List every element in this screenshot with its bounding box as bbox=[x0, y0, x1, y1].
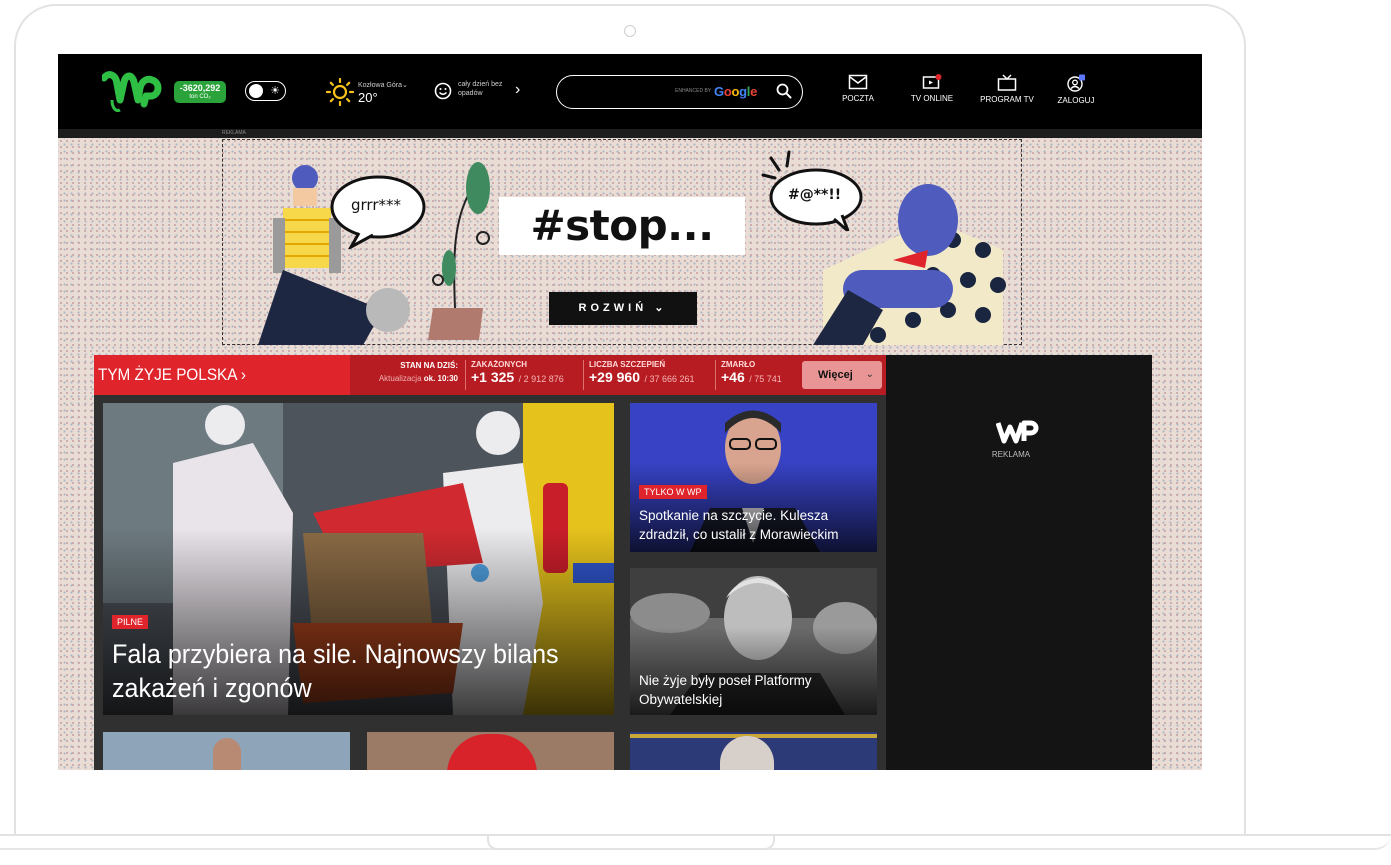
stat-deaths-total: / 75 741 bbox=[749, 374, 782, 384]
side-article-1-headline[interactable]: Spotkanie na szczycie. Kulesza zdradził,… bbox=[639, 506, 877, 544]
smile-icon bbox=[434, 82, 452, 100]
ad-banner[interactable]: grrr*** #stop... ROZWIŃ ⌄ #@**!! bbox=[222, 139, 1022, 345]
co2-unit: ton CO₂ bbox=[189, 94, 211, 100]
stat-vaccinations: LICZBA SZCZEPIEŃ +29 960 / 37 666 261 bbox=[589, 360, 695, 387]
weather-city[interactable]: Kozłowa Góra⌄ bbox=[358, 81, 408, 89]
stat-deaths: ZMARŁO +46 / 75 741 bbox=[721, 360, 782, 387]
main-article-headline[interactable]: Fala przybiera na sile. Najnowszy bilans… bbox=[112, 637, 577, 705]
nav-login[interactable]: ZALOGUJ bbox=[1052, 74, 1100, 105]
nav-mail-label: POCZTA bbox=[842, 94, 874, 103]
covid-bar: TYM ŻYJE POLSKA › STAN NA DZIŚ: Aktualiz… bbox=[94, 355, 886, 395]
stat-vaccinations-value: +29 960 bbox=[589, 369, 640, 385]
side-article-1[interactable]: TYLKO W WP Spotkanie na szczycie. Kulesz… bbox=[630, 403, 877, 552]
user-icon bbox=[1067, 74, 1085, 92]
ad-title: #stop... bbox=[530, 201, 714, 250]
wp-ad-logo-icon bbox=[996, 420, 1039, 444]
right-ad-label: REKLAMA bbox=[991, 450, 1031, 459]
divider bbox=[583, 360, 584, 390]
nav-tv-online[interactable]: TV ONLINE bbox=[906, 74, 958, 103]
nav-tv-online-label: TV ONLINE bbox=[910, 94, 954, 103]
stat-vaccinations-label: LICZBA SZCZEPIEŃ bbox=[589, 360, 666, 369]
stat-infected: ZAKAŻONYCH +1 325 / 2 912 876 bbox=[471, 360, 564, 387]
ad-expand-button[interactable]: ROZWIŃ ⌄ bbox=[549, 292, 697, 325]
co2-value: -3620,292 bbox=[179, 83, 221, 93]
main-content: TYM ŻYJE POLSKA › STAN NA DZIŚ: Aktualiz… bbox=[94, 355, 1152, 770]
speech-bubble-left bbox=[330, 175, 426, 249]
right-ad-column[interactable]: REKLAMA bbox=[886, 355, 1152, 770]
nav-login-label: ZALOGUJ bbox=[1057, 96, 1095, 105]
ad-title-box: #stop... bbox=[499, 197, 745, 255]
tv-online-icon bbox=[922, 74, 942, 89]
divider bbox=[715, 360, 716, 390]
browser-screen: -3620,292 ton CO₂ ☀ Kozłowa Góra⌄ 20° ca… bbox=[58, 54, 1202, 770]
nav-mail[interactable]: POCZTA bbox=[840, 74, 876, 103]
top-navigation: -3620,292 ton CO₂ ☀ Kozłowa Góra⌄ 20° ca… bbox=[58, 54, 1202, 138]
co2-badge[interactable]: -3620,292 ton CO₂ bbox=[174, 81, 226, 103]
stat-infected-value: +1 325 bbox=[471, 369, 515, 385]
search-enhanced-label: ENHANCED BY bbox=[675, 88, 712, 94]
covid-update: Aktualizacja ok. 10:30 bbox=[378, 374, 458, 383]
nav-tv-program-label: PROGRAM TV bbox=[980, 95, 1034, 104]
ad-tag: REKLAMA bbox=[222, 130, 246, 136]
weather-sun-icon bbox=[326, 78, 354, 106]
more-button-label: Więcej bbox=[818, 369, 853, 381]
tv-program-icon bbox=[997, 74, 1017, 91]
covid-stand: STAN NA DZIŚ: Aktualizacja ok. 10:30 bbox=[356, 361, 458, 383]
stat-infected-total: / 2 912 876 bbox=[518, 374, 564, 384]
more-button[interactable]: Więcej ⌄ bbox=[802, 361, 882, 389]
stat-infected-label: ZAKAŻONYCH bbox=[471, 360, 527, 369]
article-thumbnail[interactable] bbox=[103, 732, 350, 770]
badge-exclusive: TYLKO W WP bbox=[639, 485, 707, 499]
divider bbox=[465, 360, 466, 390]
stat-deaths-value: +46 bbox=[721, 369, 745, 385]
toggle-knob bbox=[249, 84, 263, 98]
nav-tv-program[interactable]: PROGRAM TV bbox=[975, 74, 1039, 104]
article-thumbnail[interactable] bbox=[367, 732, 614, 770]
covid-title-link[interactable]: TYM ŻYJE POLSKA › bbox=[94, 355, 350, 395]
covid-stand-label: STAN NA DZIŚ: bbox=[400, 361, 458, 370]
badge-urgent: PILNE bbox=[112, 615, 149, 629]
laptop-notch bbox=[487, 836, 775, 850]
article-thumbnail[interactable] bbox=[630, 732, 877, 770]
dark-mode-toggle[interactable]: ☀ bbox=[245, 81, 286, 101]
weather-temperature: 20° bbox=[358, 90, 378, 105]
chevron-down-icon: ⌄ bbox=[865, 369, 874, 380]
main-article[interactable]: PILNE Fala przybiera na sile. Najnowszy … bbox=[103, 403, 614, 715]
mail-icon bbox=[848, 74, 868, 90]
side-article-2[interactable]: Nie żyje były poseł Platformy Obywatelsk… bbox=[630, 568, 877, 715]
stat-vaccinations-total: / 37 666 261 bbox=[644, 374, 695, 384]
chevron-right-icon[interactable]: › bbox=[515, 80, 520, 100]
stat-deaths-label: ZMARŁO bbox=[721, 360, 756, 369]
wp-logo-icon[interactable] bbox=[102, 70, 164, 114]
sun-mini-icon: ☀ bbox=[270, 85, 280, 97]
covid-title: TYM ŻYJE POLSKA › bbox=[98, 365, 246, 384]
google-logo: Google bbox=[714, 84, 758, 99]
weather-forecast: cały dzień bez opadów bbox=[458, 81, 503, 97]
speech-bubble-right bbox=[769, 168, 863, 231]
search-icon[interactable] bbox=[776, 83, 792, 99]
search-box[interactable]: ENHANCED BY Google bbox=[556, 75, 803, 109]
side-article-2-headline[interactable]: Nie żyje były poseł Platformy Obywatelsk… bbox=[639, 671, 877, 709]
camera-dot bbox=[624, 25, 636, 37]
